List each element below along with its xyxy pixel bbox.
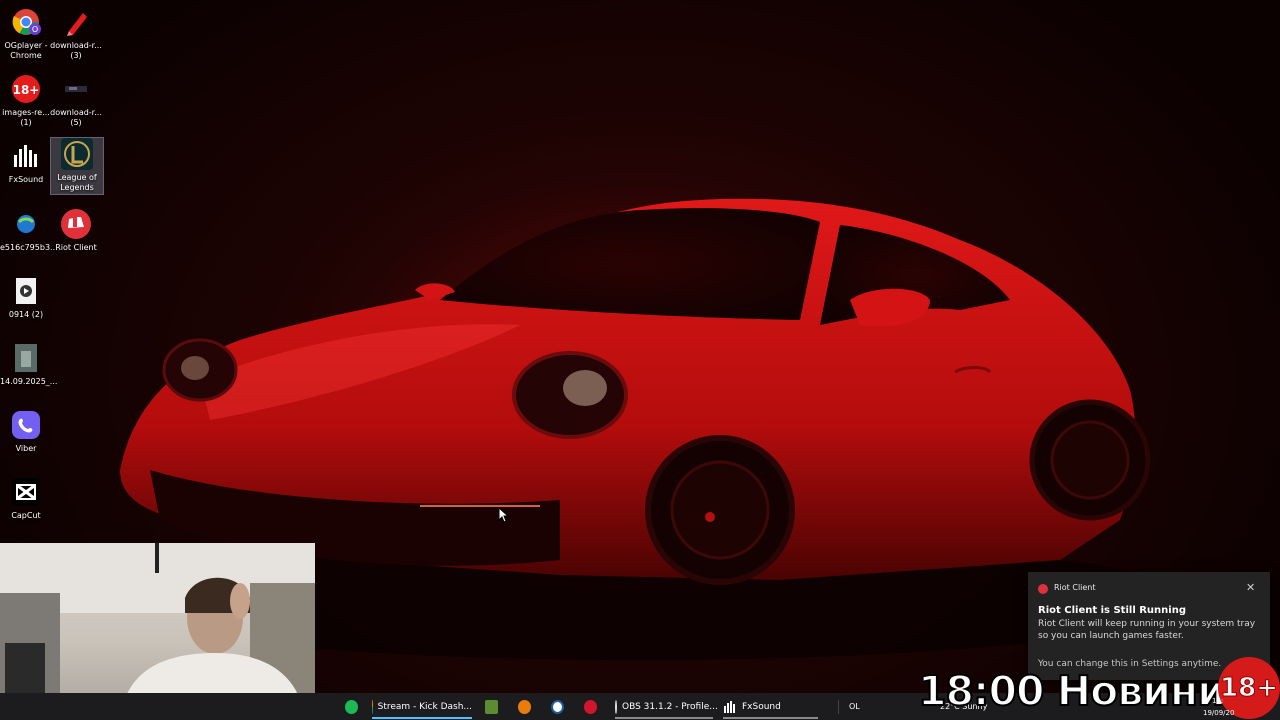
- desktop-icon-label: 0914 (2): [8, 310, 44, 319]
- taskbar-item-spotify[interactable]: [345, 693, 363, 720]
- notification-body: Riot Client will keep running in your sy…: [1038, 619, 1256, 641]
- desktop-icon-fxsound[interactable]: FxSound: [0, 140, 52, 185]
- desktop-icon-label: download-r... (3): [50, 41, 102, 60]
- taskbar-item-steam[interactable]: [551, 693, 569, 720]
- desktop-icon-capcut[interactable]: CapCut: [0, 476, 52, 521]
- league-of-legends-icon: [61, 138, 93, 170]
- tray-clock-time[interactable]: 16:: [1212, 697, 1223, 705]
- desktop-icon-0914[interactable]: 0914 (2): [0, 275, 52, 320]
- tray-language[interactable]: OL: [849, 693, 869, 720]
- desktop-icon-viber[interactable]: Viber: [0, 409, 52, 454]
- taskbar-item-chrome-stream[interactable]: Stream - Kick Dash...: [372, 693, 472, 720]
- desktop-icon-label: download-r... (5): [50, 108, 102, 127]
- image-file-icon: [60, 73, 92, 105]
- red-pen-icon: [60, 6, 92, 38]
- riot-client-icon: [1038, 584, 1048, 594]
- news-overlay-text: 18:00 Новини: [917, 666, 1227, 716]
- desktop-icon-label: Riot Client: [55, 243, 97, 252]
- riot-client-icon: [60, 208, 92, 240]
- taskbar-item-obs[interactable]: OBS 31.1.2 - Profile...: [615, 693, 718, 720]
- obs-icon: [615, 699, 617, 714]
- active-indicator: [723, 717, 818, 719]
- desktop-icon-league-of-legends[interactable]: League of Legends: [50, 137, 104, 195]
- svg-text:18+: 18+: [13, 83, 40, 97]
- chrome-icon: [372, 699, 373, 714]
- minecraft-icon: [485, 699, 498, 714]
- tray-clock-date[interactable]: 19/09/20: [1203, 709, 1234, 717]
- desktop-icon-label: e516c795b3...: [0, 243, 58, 252]
- desktop-icon-label: FxSound: [8, 175, 44, 184]
- desktop-icon-label: OGplayer - Chrome: [4, 41, 48, 60]
- fxsound-icon: [723, 700, 737, 714]
- taskbar-item-label: FxSound: [742, 701, 781, 712]
- notification-app-name: Riot Client: [1054, 583, 1096, 592]
- capcut-icon: [10, 476, 42, 508]
- globe-file-icon: [10, 208, 42, 240]
- close-icon[interactable]: ✕: [1246, 581, 1255, 594]
- desktop-icon-label: 14.09.2025_...: [0, 377, 58, 386]
- active-indicator: [372, 717, 472, 719]
- record-icon: [584, 699, 597, 714]
- viber-icon: [10, 409, 42, 441]
- taskbar-item-fxsound[interactable]: FxSound: [723, 693, 818, 720]
- active-indicator: [615, 717, 713, 719]
- desktop-icon-riot-client[interactable]: Riot Client: [50, 208, 102, 253]
- spotify-icon: [345, 699, 358, 714]
- steam-icon: [551, 699, 564, 714]
- photo-file-icon: [10, 342, 42, 374]
- desktop-icon-14092025[interactable]: 14.09.2025_...: [0, 342, 58, 387]
- desktop-icon-label: League of Legends: [57, 173, 97, 192]
- mouse-cursor-icon: [498, 507, 510, 523]
- chrome-profile-badge: O: [32, 25, 38, 34]
- desktop-icon-ogplayer-chrome[interactable]: O OGplayer - Chrome: [0, 6, 52, 61]
- taskbar-item-minecraft[interactable]: [485, 693, 503, 720]
- taskbar-item-label: Stream - Kick Dash...: [377, 701, 472, 712]
- desktop-icon-download-3[interactable]: download-r... (3): [50, 6, 102, 61]
- chrome-icon: O: [10, 6, 42, 38]
- desktop-icon-label: images-re... (1): [2, 108, 50, 127]
- notification-title: Riot Client is Still Running: [1038, 605, 1186, 616]
- desktop-icon-label: Viber: [15, 444, 37, 453]
- desktop-icon-label: CapCut: [11, 511, 41, 520]
- taskbar-item-record[interactable]: [584, 693, 602, 720]
- taskbar-separator: [838, 700, 839, 714]
- video-file-icon: [10, 275, 42, 307]
- 18plus-icon: 18+: [10, 73, 42, 105]
- desktop-icon-download-5[interactable]: download-r... (5): [50, 73, 102, 128]
- taskbar-item-blender[interactable]: [518, 693, 536, 720]
- fxsound-icon: [10, 140, 42, 172]
- taskbar-item-label: OBS 31.1.2 - Profile...: [622, 701, 718, 712]
- blender-icon: [518, 699, 531, 714]
- desktop-icon-e516c795[interactable]: e516c795b3...: [0, 208, 58, 253]
- desktop-icon-images[interactable]: 18+ images-re... (1): [0, 73, 52, 128]
